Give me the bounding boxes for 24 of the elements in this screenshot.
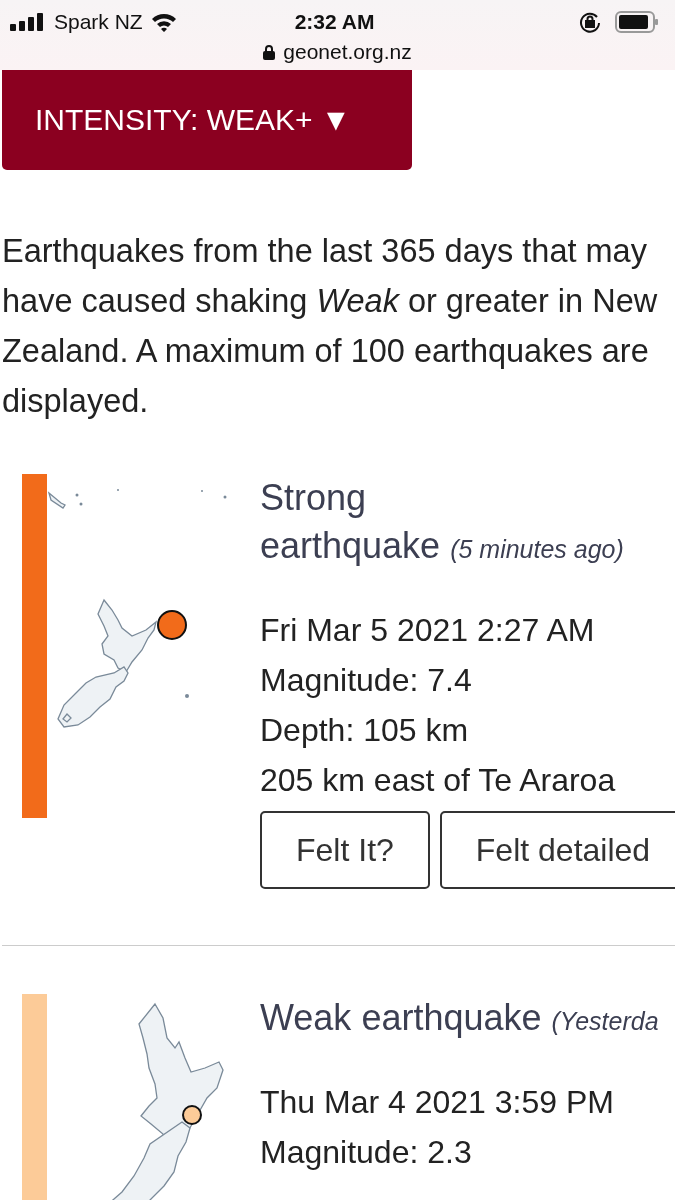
quake-detail: Thu Mar 4 2021 3:59 PM (260, 1083, 615, 1122)
felt-button[interactable]: Felt It? (260, 811, 430, 889)
quake-detail: Magnitude: 7.4 (260, 661, 473, 700)
battery-icon (615, 11, 659, 33)
quake-title: Weak (260, 997, 353, 1038)
url-address[interactable]: geonet.org.nz (283, 40, 412, 64)
lock-icon (263, 44, 276, 60)
quake-title: Strong (260, 477, 367, 518)
felt-button[interactable]: Felt detailed (439, 811, 675, 889)
quake-detail: Depth: 105 km (260, 711, 470, 750)
orientation-lock-icon (579, 11, 601, 33)
time-ago: (Yesterda (551, 1007, 659, 1035)
carrier-name: Spark NZ (54, 10, 143, 34)
quake-title: earthquake (260, 525, 441, 566)
time-ago: (5 minutes ago) (450, 535, 624, 563)
quake-detail: Fri Mar 5 2021 2:27 AM (260, 611, 596, 650)
intro-paragraph: Earthquakes from the last 365 days that may have caused shaking Weak or greater in New Zealand. A maximum of 100 earthquakes are displayed. (2, 232, 659, 421)
quake-detail: Magnitude: 2.3 (260, 1133, 473, 1172)
wifi-icon (150, 12, 177, 32)
signal-icon (10, 13, 46, 31)
quake-title: earthquake (361, 997, 542, 1038)
intensity-filter-button[interactable]: INTENSITY: WEAK+ ▼ (2, 70, 412, 170)
quake-detail: 205 km east of Te Araroa (260, 761, 617, 800)
clock-time: 2:32 AM (294, 10, 375, 34)
